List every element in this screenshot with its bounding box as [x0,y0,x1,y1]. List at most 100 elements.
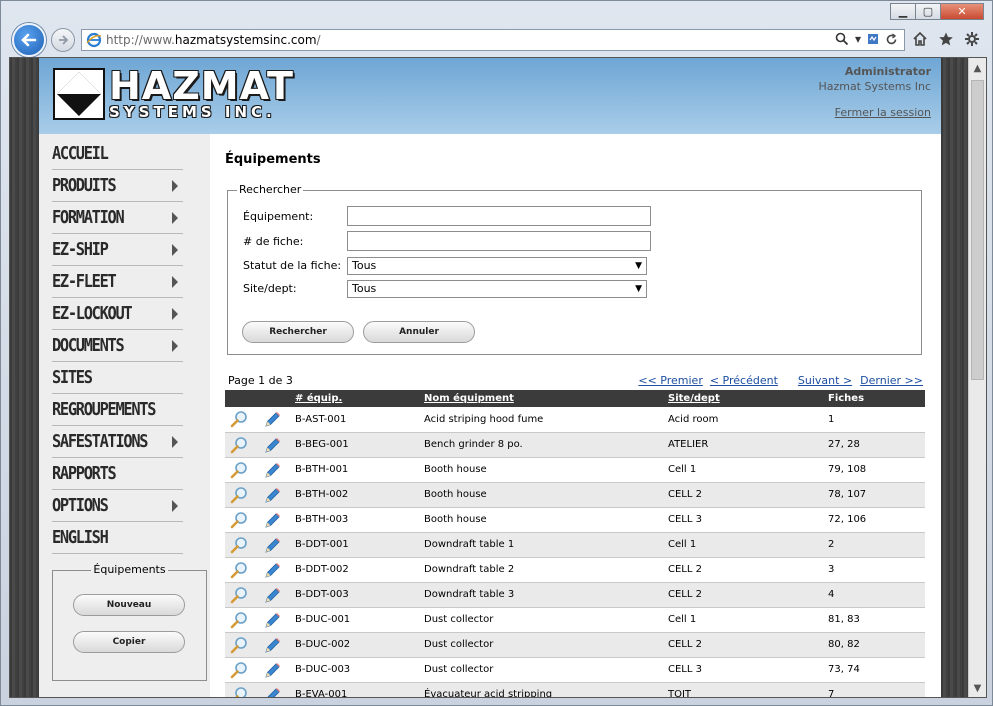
submenu-arrow-icon [172,275,178,288]
refresh-icon[interactable] [885,32,898,46]
logout-link[interactable]: Fermer la session [835,106,931,119]
table-row: B-BTH-002 Booth house CELL 2 78, 107 [225,482,925,508]
sheets-cell: 81, 83 [824,607,925,633]
nav-item-options[interactable]: OPTIONS [52,490,183,522]
scroll-down-icon[interactable]: ▼ [969,680,986,697]
table-row: B-BEG-001 Bench grinder 8 po. ATELIER 27, 2… [225,432,925,458]
equip-name-cell: Booth house [420,457,664,483]
nav-item-accueil[interactable]: ACCUEIL [52,138,183,170]
magnifier-icon[interactable] [229,636,249,654]
sheet-status-select[interactable]: Tous ▼ [347,257,647,275]
site-dept-cell: CELL 2 [664,632,824,658]
nav-item-label: EZ-LOCKOUT [52,303,133,324]
pencil-icon[interactable] [262,511,282,529]
previous-page-link[interactable]: < Précédent [710,374,778,387]
maximize-button[interactable]: ▢ [915,3,941,20]
nav-item-formation[interactable]: FORMATION [52,202,183,234]
pencil-icon[interactable] [262,561,282,579]
hazmat-logo[interactable]: HAZMAT SYSTEMS INC. [53,67,294,120]
nav-item-documents[interactable]: DOCUMENTS [52,330,183,362]
search-button[interactable]: Rechercher [242,321,354,343]
first-page-link[interactable]: << Premier [638,374,702,387]
col-site-dept[interactable]: Site/dept [664,390,824,407]
nav-item-safestations[interactable]: SAFESTATIONS [52,426,183,458]
last-page-link[interactable]: Dernier >> [860,374,923,387]
submenu-arrow-icon [172,339,178,352]
nav-item-sites[interactable]: SITES [52,362,183,394]
sheets-cell: 72, 106 [824,507,925,533]
pencil-icon[interactable] [262,661,282,679]
site-dept-select[interactable]: Tous ▼ [347,280,647,298]
site-dept-label: Site/dept: [243,282,297,295]
nav-item-ez-fleet[interactable]: EZ-FLEET [52,266,183,298]
magnifier-icon[interactable] [229,536,249,554]
equipment-table: # équip. Nom équipment Site/dept Fiches … [225,390,925,699]
magnifier-icon[interactable] [229,686,249,699]
nav-item-rapports[interactable]: RAPPORTS [52,458,183,490]
nav-item-label: ENGLISH [52,527,109,548]
magnifier-icon[interactable] [229,486,249,504]
vertical-scrollbar[interactable]: ▲ ▼ [968,58,986,697]
compat-view-icon[interactable] [867,33,879,45]
sheets-cell: 3 [824,557,925,583]
sheets-cell: 1 [824,407,925,433]
submenu-arrow-icon [172,499,178,512]
gear-icon[interactable] [964,31,980,47]
pencil-icon[interactable] [262,611,282,629]
nav-item-produits[interactable]: PRODUITS [52,170,183,202]
main-content: Équipements Rechercher Équipement: # de … [210,134,941,699]
nav-item-ez-lockout[interactable]: EZ-LOCKOUT [52,298,183,330]
pencil-icon[interactable] [262,636,282,654]
col-equip-number[interactable]: # équip. [291,390,420,407]
sheet-number-input[interactable] [347,231,651,251]
nav-item-english[interactable]: ENGLISH [52,522,183,554]
pencil-icon[interactable] [262,586,282,604]
favorites-star-icon[interactable] [938,31,954,47]
magnifier-icon[interactable] [229,586,249,604]
pencil-icon[interactable] [262,436,282,454]
sheets-cell: 73, 74 [824,657,925,683]
close-button[interactable]: ✕ [940,3,984,20]
pencil-icon[interactable] [262,536,282,554]
sheets-cell: 27, 28 [824,432,925,458]
magnifier-icon[interactable] [229,661,249,679]
equip-number-cell: B-DUC-001 [291,607,420,633]
scroll-thumb[interactable] [971,80,984,380]
address-bar[interactable]: http://www.hazmatsystemsinc.com/ ▾ [81,29,905,51]
magnifier-icon[interactable] [229,511,249,529]
home-icon[interactable] [912,31,928,47]
dropdown-icon[interactable]: ▾ [855,32,861,46]
search-icon[interactable] [835,32,849,46]
site-dept-value: Tous [352,282,377,295]
nav-item-label: FORMATION [52,207,125,228]
site-header: HAZMAT SYSTEMS INC. Administrator Hazmat… [39,58,941,134]
back-button[interactable] [12,23,46,57]
forward-button[interactable] [51,28,75,52]
pencil-icon[interactable] [262,410,282,428]
cancel-button[interactable]: Annuler [363,321,475,343]
new-button[interactable]: Nouveau [73,594,185,616]
magnifier-icon[interactable] [229,461,249,479]
next-page-link[interactable]: Suivant > [798,374,852,387]
scroll-up-icon[interactable]: ▲ [969,60,986,77]
equipment-input[interactable] [347,206,651,226]
magnifier-icon[interactable] [229,611,249,629]
site-dept-cell: CELL 3 [664,507,824,533]
nav-item-ez-ship[interactable]: EZ-SHIP [52,234,183,266]
pencil-icon[interactable] [262,486,282,504]
magnifier-icon[interactable] [229,561,249,579]
equip-name-cell: Évacuateur acid stripping [420,682,664,697]
magnifier-icon[interactable] [229,410,249,428]
page-title: Équipements [225,152,321,167]
magnifier-icon[interactable] [229,436,249,454]
pencil-icon[interactable] [262,461,282,479]
nav-item-regroupements[interactable]: REGROUPEMENTS [52,394,183,426]
minimize-button[interactable]: ▁ [890,3,916,20]
table-row: B-BTH-003 Booth house CELL 3 72, 106 [225,507,925,533]
copy-button[interactable]: Copier [73,631,185,653]
col-equip-name[interactable]: Nom équipment [420,390,664,407]
pencil-icon[interactable] [262,686,282,699]
equipment-label: Équipement: [243,210,314,223]
equip-name-cell: Booth house [420,482,664,508]
table-row: B-EVA-001 Évacuateur acid stripping TOIT 7 [225,682,925,699]
